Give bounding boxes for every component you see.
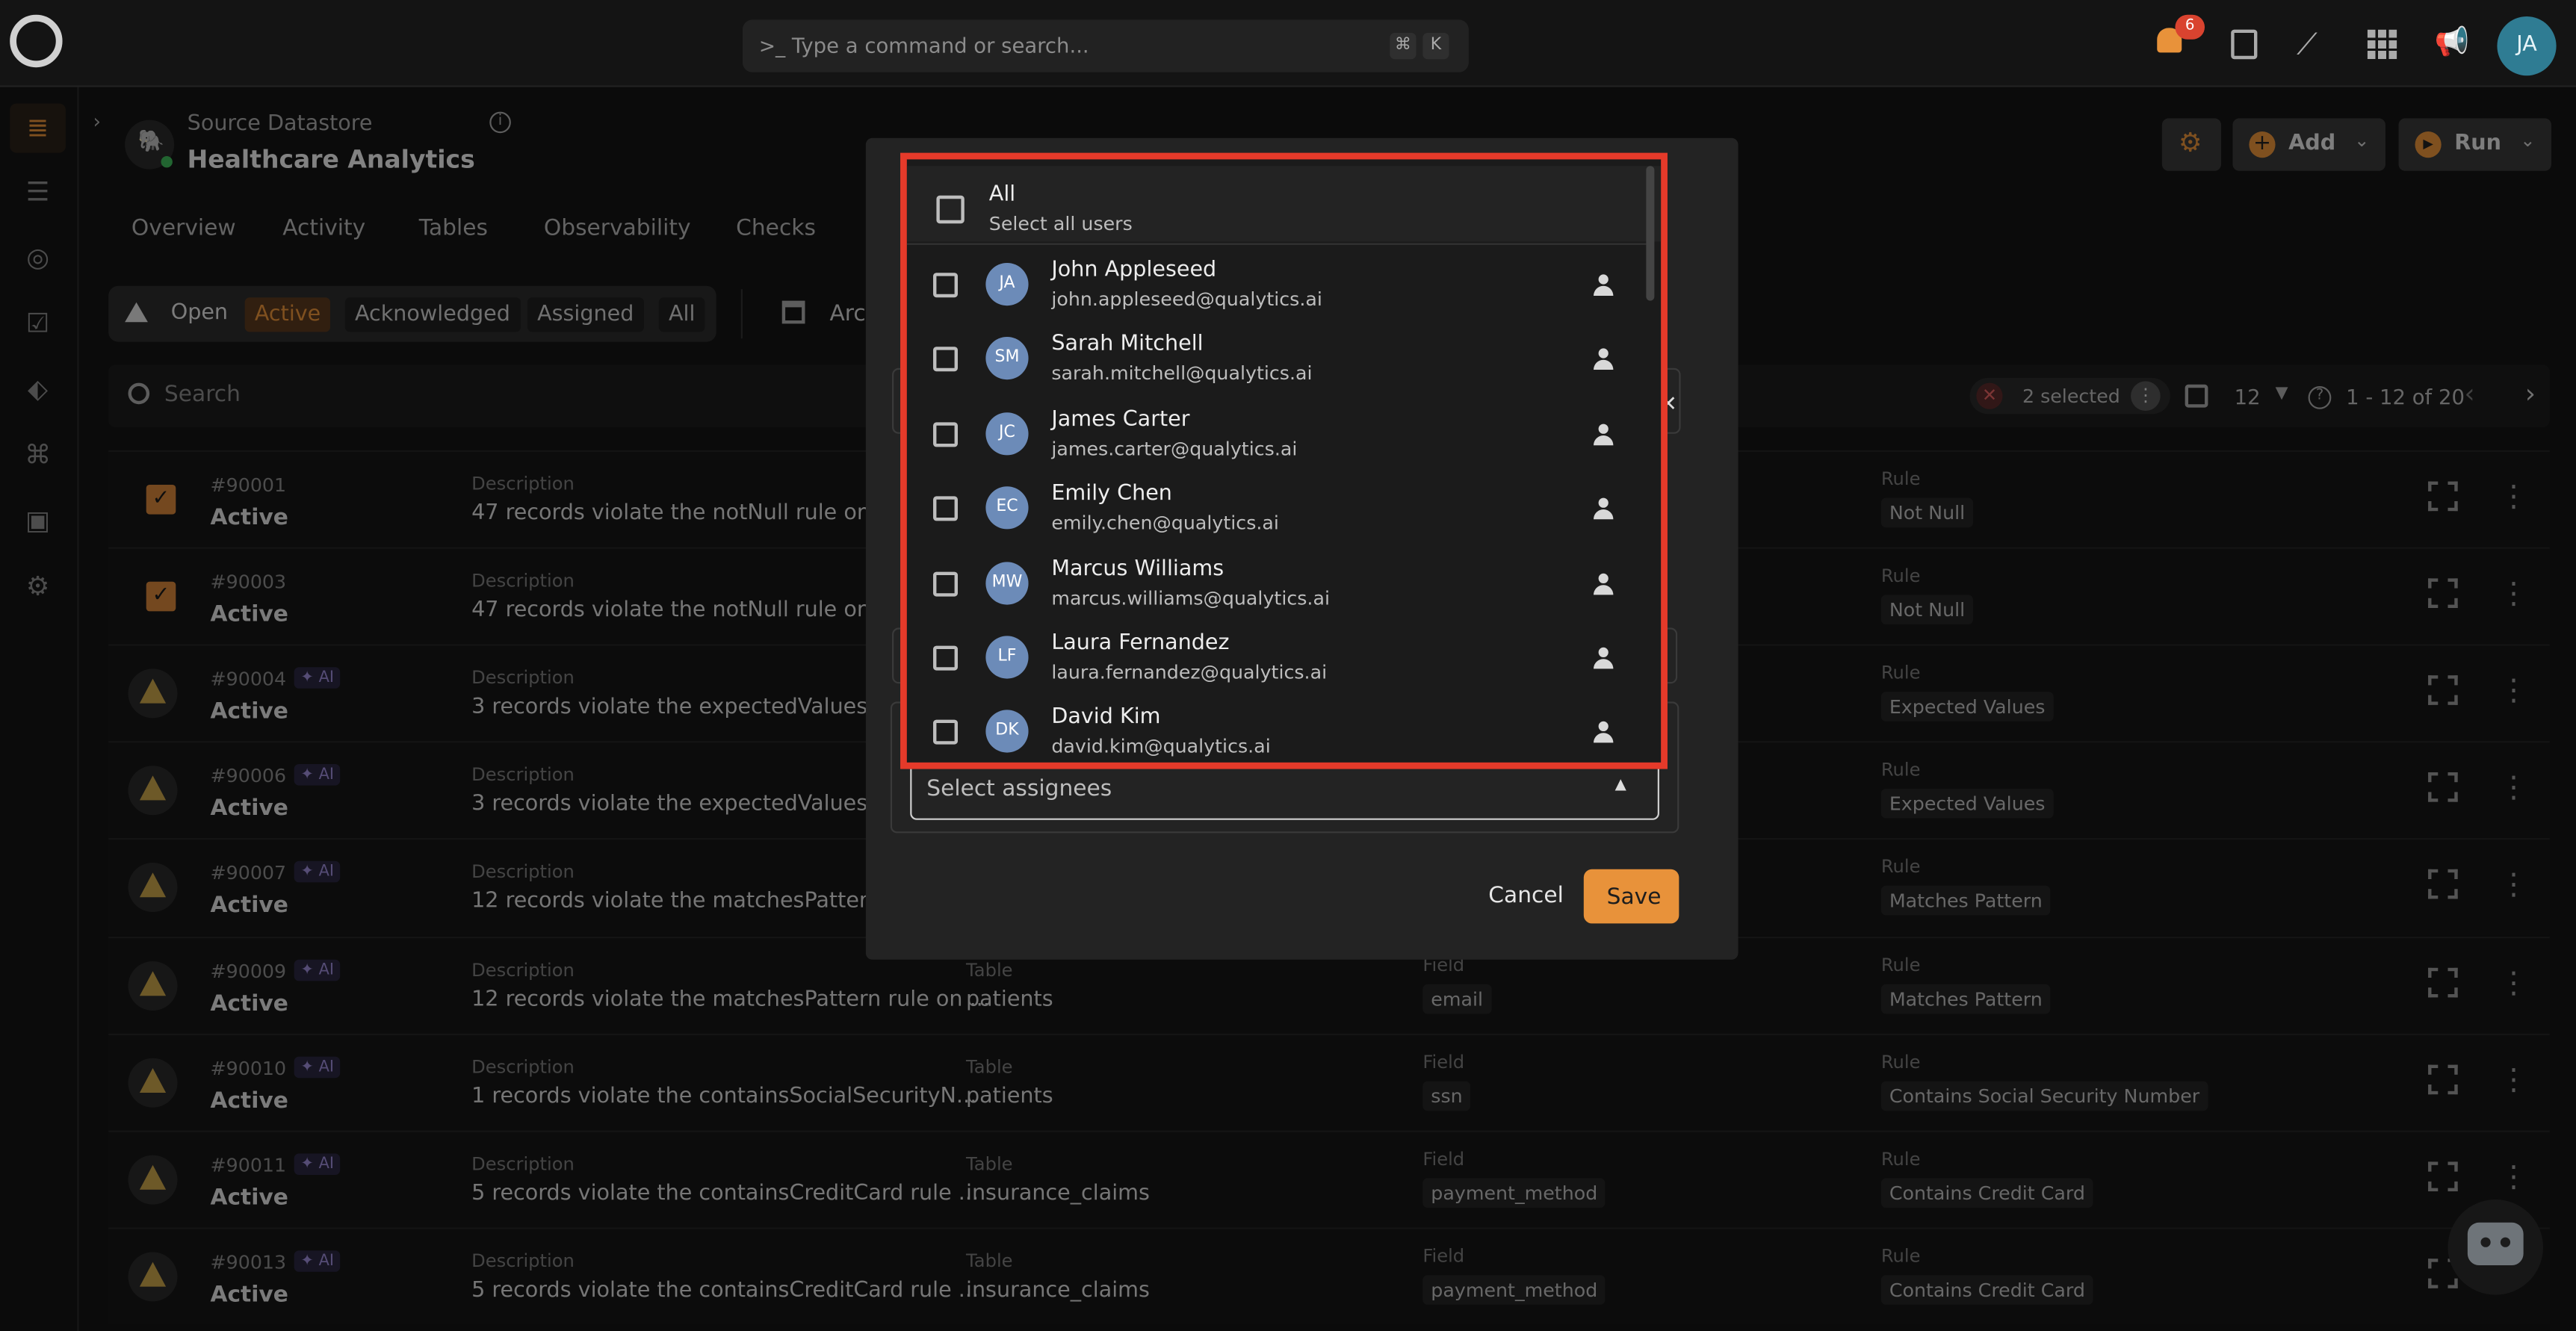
user-option[interactable]: LF Laura Fernandez laura.fernandez@qualyti… [907,619,1661,693]
user-option[interactable]: JA John Appleseed john.appleseed@qualytics… [907,246,1661,320]
qualytics-logo[interactable] [10,14,63,68]
user-option[interactable]: MW Marcus Williams marcus.williams@qualyti… [907,545,1661,619]
user-email: john.appleseed@qualytics.ai [1051,288,1322,311]
person-icon [1592,424,1615,447]
assignees-input[interactable]: Select assignees [926,775,1112,801]
user-name: James Carter [1051,407,1190,432]
person-icon [1592,647,1615,671]
user-name: Emily Chen [1051,482,1172,507]
user-avatar: LF [985,636,1029,679]
checkbox[interactable] [933,645,959,671]
top-bar: >_ Type a command or search... ⌘ K 6 ⟋ 📢… [0,0,2576,87]
notifications-bell-icon[interactable]: 6 [2152,14,2205,60]
checkbox[interactable] [933,421,959,447]
terminal-icon: >_ [758,34,786,58]
user-email: emily.chen@qualytics.ai [1051,511,1279,535]
checkbox[interactable] [936,195,965,224]
caret-up-icon[interactable]: ▲ [1615,778,1626,794]
cancel-button[interactable]: Cancel [1488,882,1564,908]
user-name: John Appleseed [1051,258,1217,283]
user-name: Marcus Williams [1051,556,1224,581]
person-icon [1592,722,1615,745]
user-email: james.carter@qualytics.ai [1051,436,1298,460]
user-name: Sarah Mitchell [1051,332,1204,358]
user-email: david.kim@qualytics.ai [1051,735,1271,759]
user-email: laura.fernandez@qualytics.ai [1051,660,1328,684]
user-avatar: MW [985,561,1029,604]
checkbox[interactable] [933,273,959,298]
checkbox[interactable] [933,496,959,521]
apps-grid-icon[interactable] [2367,29,2397,60]
user-avatar: DK [985,710,1029,754]
user-option[interactable]: DK David Kim david.kim@qualytics.ai [907,694,1661,763]
cmd-key-hint: ⌘ [1390,33,1417,60]
person-icon [1592,498,1615,521]
scrollbar-thumb[interactable] [1646,166,1655,301]
user-option[interactable]: EC Emily Chen emily.chen@qualytics.ai [907,471,1661,544]
user-name: David Kim [1051,705,1161,730]
announcement-icon[interactable]: 📢 [2435,26,2470,59]
user-avatar: SM [985,337,1029,381]
checkbox[interactable] [933,571,959,596]
person-icon [1592,349,1615,372]
command-search-input[interactable]: >_ Type a command or search... ⌘ K [742,19,1469,72]
divider [906,243,1647,245]
user-email: sarah.mitchell@qualytics.ai [1051,362,1313,385]
person-icon [1592,572,1615,596]
user-option[interactable]: SM Sarah Mitchell sarah.mitchell@qualytics… [907,321,1661,395]
user-email: marcus.williams@qualytics.ai [1051,586,1331,609]
option-select-all[interactable]: All Select all users [906,166,1662,242]
save-button[interactable]: Save [1583,869,1679,924]
user-option[interactable]: JC James Carter james.carter@qualytics.ai [907,396,1661,470]
document-icon[interactable] [2231,29,2258,60]
magic-wand-icon[interactable]: ⟋ [2297,28,2318,62]
checkbox[interactable] [933,720,959,745]
user-avatar: JA [985,263,1029,306]
assignees-dropdown: All Select all users JA John Appleseed joh… [900,152,1668,769]
person-icon [1592,274,1615,297]
user-avatar: EC [985,486,1029,530]
checkbox[interactable] [933,347,959,373]
notification-badge: 6 [2175,14,2205,40]
user-name: Laura Fernandez [1051,630,1230,656]
app-window: >_ Type a command or search... ⌘ K 6 ⟋ 📢… [0,0,2576,1331]
user-avatar: JC [985,412,1029,455]
user-avatar[interactable]: JA [2497,16,2557,76]
k-key-hint: K [1422,33,1449,60]
